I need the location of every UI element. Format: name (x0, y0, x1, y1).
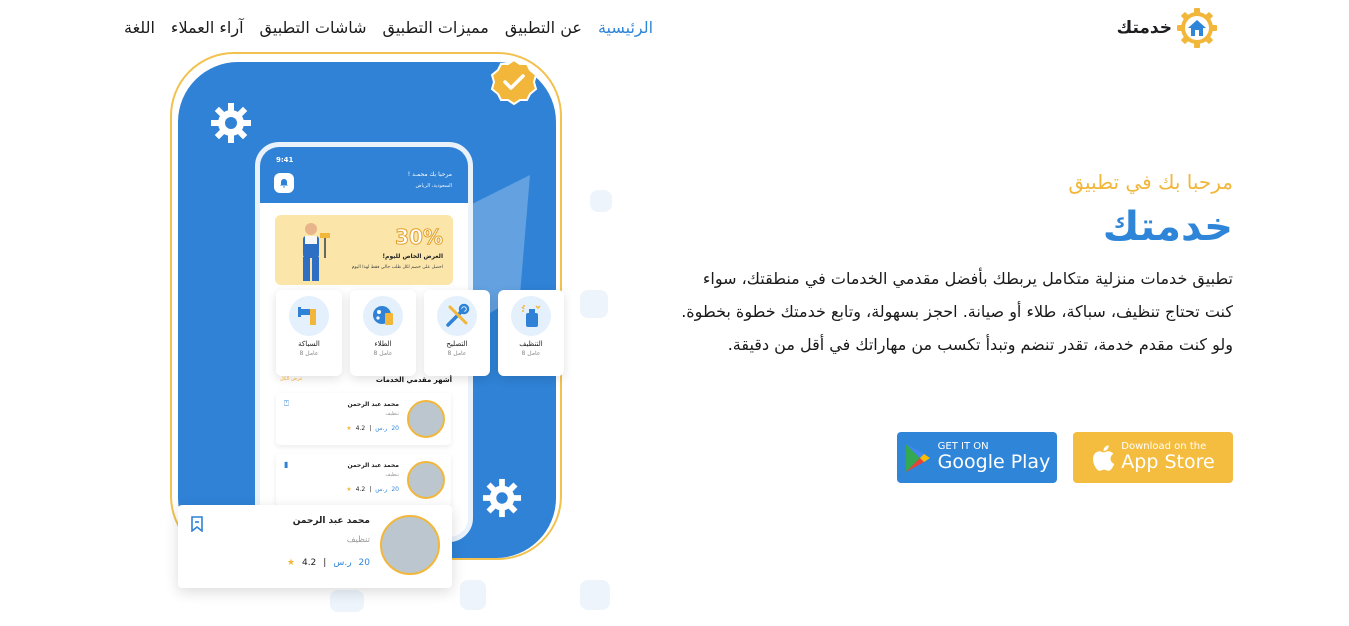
category-name: الطلاء (374, 340, 392, 348)
google-play-big: Google Play (937, 450, 1051, 473)
category-name: التنظيف (519, 340, 543, 348)
promo-banner[interactable]: 30% العرض الخاص لليوم! احصل على خصم لكل … (275, 215, 453, 285)
provider-meta: 20 ر.س | 4.2 ★ (346, 486, 399, 493)
provider-category: تنظيف (385, 411, 399, 417)
nav-item-about[interactable]: عن التطبيق (505, 18, 582, 37)
category-count: 8 عامل (521, 350, 541, 357)
star-icon: ★ (346, 425, 352, 432)
paint-roller-icon (363, 296, 403, 336)
provider-avatar (407, 400, 445, 438)
hero-description: تطبيق خدمات منزلية متكامل يربطك بأفضل مق… (681, 269, 1233, 354)
provider-name: محمد عبد الرحمن (292, 516, 370, 526)
provider-card[interactable]: محمد عبد الرحمن تنظيف 20 ر.س | 4.2 ★ ▮ (276, 454, 451, 506)
meta-divider: | (369, 425, 372, 432)
decor-square (330, 590, 364, 612)
hero-title: خدمتك (1102, 204, 1233, 250)
brand-name: خدمتك (1116, 18, 1172, 38)
nav-item-language[interactable]: اللغة (124, 18, 155, 37)
provider-meta: 20 ر.س | 4.2 ★ (287, 558, 370, 568)
category-name: التصليح (446, 340, 468, 348)
provider-category: تنظيف (385, 472, 399, 478)
category-count: 8 عامل (373, 350, 393, 357)
nav-item-home[interactable]: الرئيسية (598, 18, 653, 37)
hero-welcome: مرحبا بك في تطبيق (1068, 170, 1233, 194)
decor-square (590, 190, 612, 212)
nav-menu: الرئيسية عن التطبيق مميزات التطبيق شاشات… (124, 18, 653, 37)
google-play-button[interactable]: GET IT ON Google Play (897, 432, 1057, 483)
category-card-repair[interactable]: التصليح 8 عامل (424, 290, 490, 376)
category-count: 8 عامل (447, 350, 467, 357)
promo-percent: 30% (395, 225, 444, 250)
house-gear-icon (1177, 8, 1217, 48)
provider-price: 20 (391, 486, 399, 493)
brand[interactable]: خدمتك (1117, 7, 1218, 49)
provider-currency: ر.س (375, 425, 388, 432)
provider-avatar (407, 461, 445, 499)
hero-section: مرحبا بك في تطبيق خدمتك تطبيق خدمات منزل… (673, 170, 1233, 361)
provider-avatar (380, 515, 440, 575)
star-icon: ★ (286, 558, 295, 568)
provider-currency: ر.س (333, 558, 352, 568)
provider-meta: 20 ر.س | 4.2 ★ (346, 425, 399, 432)
bookmark-icon[interactable] (190, 516, 204, 532)
app-store-button[interactable]: Download on the App Store (1073, 432, 1233, 483)
worker-illustration (303, 223, 330, 281)
nav-item-screens[interactable]: شاشات التطبيق (260, 18, 367, 37)
bookmark-icon[interactable]: ⍞ (284, 399, 289, 409)
bell-icon[interactable] (274, 173, 294, 193)
top-nav: خدمتك الرئيسية عن التطبيق مميزات التطبيق… (0, 8, 1349, 48)
section-header: أشهر مقدمي الخدمات عرض الكل (280, 376, 452, 384)
meta-divider: | (323, 558, 327, 568)
promo-subtitle: احصل على خصم لكل طلب جالي فقط لهذا اليوم (351, 265, 443, 270)
cleaning-spray-icon (511, 296, 551, 336)
promo-title: العرض الخاص لليوم! (382, 253, 443, 260)
category-card-plumbing[interactable]: السباكة 8 عامل (276, 290, 342, 376)
gear-icon (211, 103, 251, 143)
gear-icon (482, 478, 522, 518)
provider-card[interactable]: محمد عبد الرحمن تنظيف 20 ر.س | 4.2 ★ ⍞ (276, 393, 451, 445)
phone-greeting: مرحبا بك محمـد ! (407, 171, 452, 178)
decor-square (580, 580, 610, 610)
meta-divider: | (369, 486, 372, 493)
provider-price: 20 (391, 425, 399, 432)
app-store-big: App Store (1121, 450, 1215, 473)
category-card-cleaning[interactable]: التنظيف 8 عامل (498, 290, 564, 376)
section-more-link[interactable]: عرض الكل (280, 376, 303, 384)
provider-rating: 4.2 (355, 425, 366, 432)
category-count: 8 عامل (299, 350, 319, 357)
featured-provider-card[interactable]: محمد عبد الرحمن تنظيف 20 ر.س | 4.2 ★ (178, 505, 452, 588)
bookmark-filled-icon[interactable]: ▮ (284, 460, 288, 469)
category-card-painting[interactable]: الطلاء 8 عامل (350, 290, 416, 376)
category-name: السباكة (298, 340, 320, 348)
phone-time: 9:41 (276, 156, 294, 164)
section-title: أشهر مقدمي الخدمات (375, 376, 452, 384)
plumbing-pipe-icon (289, 296, 329, 336)
nav-item-testimonials[interactable]: آراء العملاء (171, 18, 244, 37)
google-play-icon (905, 443, 930, 472)
wrench-screwdriver-icon (437, 296, 477, 336)
provider-price: 20 (358, 558, 370, 568)
nav-item-features[interactable]: مميزات التطبيق (383, 18, 489, 37)
provider-currency: ر.س (375, 486, 388, 493)
decor-square (580, 290, 608, 318)
provider-name: محمد عبد الرحمن (347, 462, 399, 469)
phone-header: 9:41 مرحبا بك محمـد ! السعودية، الرياض (260, 147, 468, 203)
star-icon: ★ (346, 486, 352, 493)
phone-location: السعودية، الرياض (415, 183, 452, 189)
provider-category: تنظيف (346, 535, 370, 545)
app-illustration: 9:41 مرحبا بك محمـد ! السعودية، الرياض 3… (160, 50, 620, 615)
provider-rating: 4.2 (355, 486, 366, 493)
provider-name: محمد عبد الرحمن (347, 401, 399, 408)
apple-icon (1093, 444, 1115, 471)
decor-square (460, 580, 486, 610)
provider-rating: 4.2 (301, 558, 317, 568)
check-badge-icon (490, 58, 538, 106)
